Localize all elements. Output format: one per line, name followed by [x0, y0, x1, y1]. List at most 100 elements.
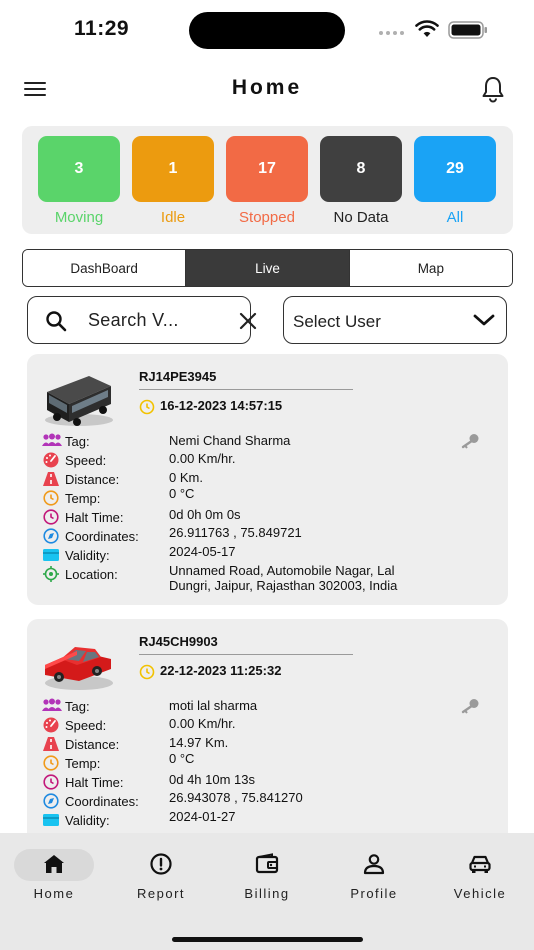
stat-label: All: [446, 209, 464, 226]
stat-all[interactable]: 29 All: [414, 136, 496, 226]
card-icon: [43, 549, 59, 561]
search-vehicle-input[interactable]: Search V...: [27, 296, 257, 344]
row-tag: Tag: moti lal sharma: [42, 697, 502, 715]
app-header: Home: [0, 64, 534, 114]
vehicle-card[interactable]: RJ14PE3945 16-12-2023 14:57:15 Tag: Nemi…: [27, 354, 508, 605]
vehicle-reg-number: RJ14PE3945: [139, 369, 217, 384]
stat-label: Idle: [160, 209, 186, 226]
tab-map[interactable]: Map: [348, 250, 512, 286]
field-label: Distance:: [65, 737, 120, 752]
last-update-datetime: 16-12-2023 14:57:15: [160, 398, 283, 413]
tab-dashboard[interactable]: DashBoard: [23, 250, 186, 286]
stat-tile: 17: [226, 136, 308, 202]
alert-circle-icon: [150, 853, 172, 875]
clock-icon: [139, 664, 155, 680]
nav-profile[interactable]: Profile: [329, 849, 419, 905]
clock-icon: [43, 774, 59, 790]
tab-live[interactable]: Live: [185, 250, 349, 286]
field-label: Halt Time:: [65, 510, 124, 525]
select-user-value: Select User: [293, 312, 381, 331]
field-value: 0d 4h 10m 13s: [169, 772, 256, 787]
field-label: Halt Time:: [65, 775, 124, 790]
road-icon: [43, 737, 59, 751]
row-location: Location: Unnamed Road, Automobile Nagar…: [42, 563, 502, 592]
row-speed: Speed: 0.00 Km/hr.: [42, 716, 502, 734]
signal-icon: [379, 31, 404, 35]
home-icon: [44, 855, 64, 873]
location-target-icon: [43, 566, 59, 582]
chevron-down-icon: [473, 314, 495, 326]
person-icon: [363, 854, 385, 875]
compass-icon: [43, 528, 59, 544]
row-validity: Validity: 2024-01-27: [42, 809, 502, 829]
field-value: 14.97 Km.: [169, 735, 229, 750]
card-divider: [139, 389, 353, 390]
stat-idle[interactable]: 1 Idle: [132, 136, 214, 226]
field-label: Distance:: [65, 472, 120, 487]
bell-icon[interactable]: [478, 74, 508, 104]
stat-tile: 3: [38, 136, 120, 202]
clock-icon: [43, 490, 59, 506]
wifi-icon: [415, 20, 439, 37]
status-time: 11:29: [74, 17, 130, 40]
card-divider: [139, 654, 353, 655]
row-halt-time: Halt Time: 0d 4h 10m 13s: [42, 772, 502, 791]
stat-tile: 29: [414, 136, 496, 202]
home-indicator[interactable]: [172, 937, 363, 942]
nav-vehicle[interactable]: Vehicle: [435, 849, 525, 905]
field-value: 26.943078 , 75.841270: [169, 790, 303, 805]
battery-icon: [448, 21, 487, 39]
dynamic-island: [189, 12, 345, 49]
field-label: Validity:: [65, 548, 110, 563]
row-distance: Distance: 14.97 Km.: [42, 735, 502, 753]
vehicle-reg-number: RJ45CH9903: [139, 634, 218, 649]
nav-billing[interactable]: Billing: [222, 849, 312, 905]
card-icon: [43, 814, 59, 826]
clock-icon: [43, 755, 59, 771]
page-title: Home: [231, 76, 303, 99]
row-distance: Distance: 0 Km.: [42, 470, 502, 488]
compass-icon: [43, 793, 59, 809]
people-icon: [42, 698, 62, 711]
vehicle-list[interactable]: RJ14PE3945 16-12-2023 14:57:15 Tag: Nemi…: [0, 352, 534, 833]
nav-label: Billing: [244, 886, 290, 901]
stat-label: Stopped: [239, 209, 295, 226]
nav-home[interactable]: Home: [9, 849, 99, 905]
stat-no-data[interactable]: 8 No Data: [320, 136, 402, 226]
vehicle-card[interactable]: RJ45CH9903 22-12-2023 11:25:32 Tag: moti…: [27, 619, 508, 833]
bottom-navigation: Home Report Billing Profile Vehicle: [0, 833, 534, 950]
row-temp: Temp: 0 °C: [42, 751, 502, 772]
stat-moving[interactable]: 3 Moving: [38, 136, 120, 226]
field-label: Tag:: [65, 699, 90, 714]
status-bar: 11:29: [0, 0, 534, 60]
bus-icon: [45, 376, 113, 426]
field-value: 2024-05-17: [169, 544, 236, 559]
select-user-dropdown[interactable]: Select User: [283, 296, 507, 344]
field-value: 0 °C: [169, 486, 195, 501]
row-temp: Temp: 0 °C: [42, 486, 502, 507]
field-label: Coordinates:: [65, 529, 139, 544]
speedometer-icon: [43, 452, 59, 468]
clock-icon: [139, 399, 155, 415]
field-value: Nemi Chand Sharma: [169, 433, 291, 448]
stat-tile: 1: [132, 136, 214, 202]
row-coordinates: Coordinates: 26.911763 , 75.849721: [42, 525, 502, 545]
field-value: 0d 0h 0m 0s: [169, 507, 241, 522]
search-value: Search V...: [88, 310, 179, 330]
field-value: 0 °C: [169, 751, 195, 766]
speedometer-icon: [43, 717, 59, 733]
field-value: 0.00 Km/hr.: [169, 716, 236, 731]
nav-report[interactable]: Report: [116, 849, 206, 905]
stat-label: Moving: [54, 209, 104, 226]
field-label: Temp:: [65, 756, 101, 771]
wallet-icon: [255, 853, 279, 874]
stat-stopped[interactable]: 17 Stopped: [226, 136, 308, 226]
field-label: Temp:: [65, 491, 101, 506]
car-icon: [45, 647, 113, 690]
search-icon: [46, 311, 67, 332]
nav-label: Vehicle: [453, 886, 507, 901]
field-label: Coordinates:: [65, 794, 139, 809]
stat-label: No Data: [333, 209, 389, 226]
row-tag: Tag: Nemi Chand Sharma: [42, 432, 502, 450]
close-icon[interactable]: [238, 311, 258, 331]
